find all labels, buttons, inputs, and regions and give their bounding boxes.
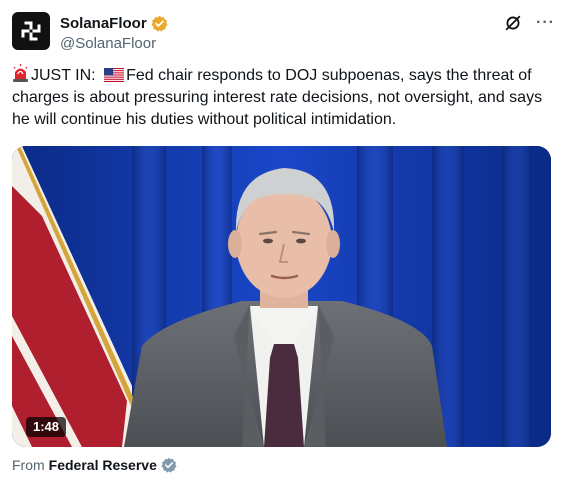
police-light-emoji xyxy=(13,64,28,82)
avatar[interactable] xyxy=(12,12,50,50)
tweet-text: JUST IN: Fed chair responds to DOJ subpo… xyxy=(12,64,555,131)
verified-grey-badge-icon xyxy=(161,457,177,473)
more-options-button[interactable]: ··· xyxy=(536,15,555,31)
source-prefix-label: From xyxy=(12,457,45,473)
video-frame-image xyxy=(12,146,551,447)
video-duration-badge: 1:48 xyxy=(26,417,67,437)
us-flag-emoji xyxy=(104,68,125,82)
video-player[interactable]: 1:48 xyxy=(12,146,551,447)
solanafloor-logo-icon xyxy=(21,21,41,41)
verified-gold-badge-icon xyxy=(151,15,168,32)
author-display-name[interactable]: SolanaFloor xyxy=(60,15,147,32)
media-source: From Federal Reserve xyxy=(12,457,177,473)
author-handle[interactable]: @SolanaFloor xyxy=(60,35,168,52)
tweet-prefix: JUST IN: xyxy=(31,67,96,84)
grok-slash-circle-icon[interactable] xyxy=(504,14,522,32)
header-actions: ··· xyxy=(504,14,555,32)
source-name-link[interactable]: Federal Reserve xyxy=(49,457,157,473)
author-names: SolanaFloor @SolanaFloor xyxy=(60,13,168,52)
tweet-header: SolanaFloor @SolanaFloor ··· xyxy=(12,12,555,52)
